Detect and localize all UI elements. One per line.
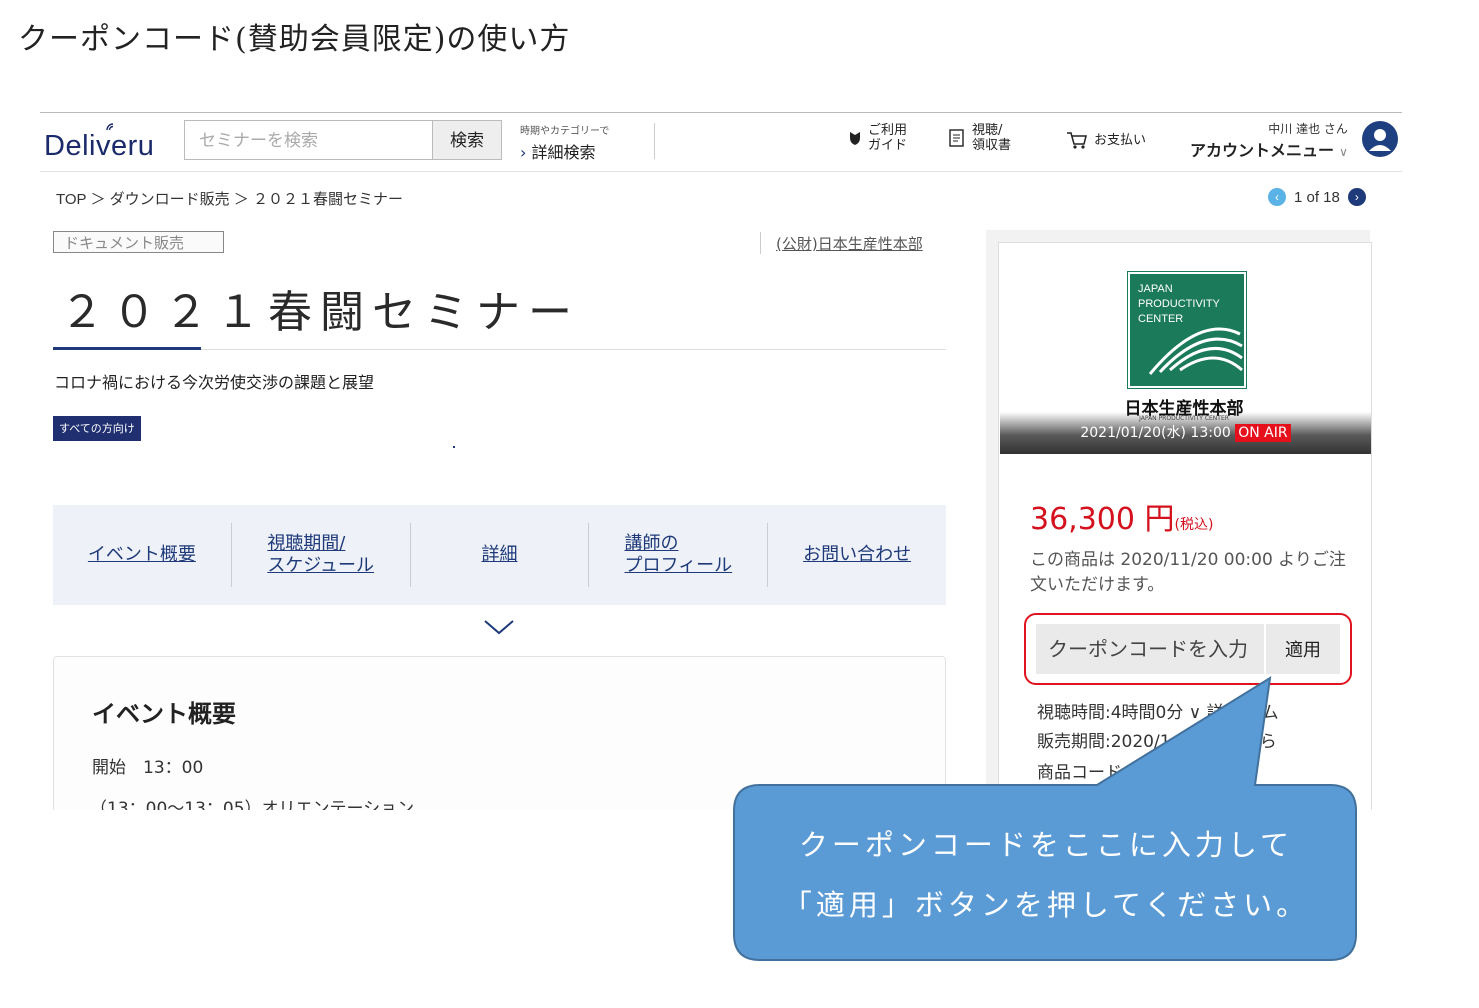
callout-text: クーポンコードをここに入力して 「適用」ボタンを押してください。 bbox=[740, 815, 1352, 935]
callout-line-2: 「適用」ボタンを押してください。 bbox=[782, 888, 1310, 922]
callout-line-1: クーポンコードをここに入力して bbox=[798, 828, 1294, 862]
